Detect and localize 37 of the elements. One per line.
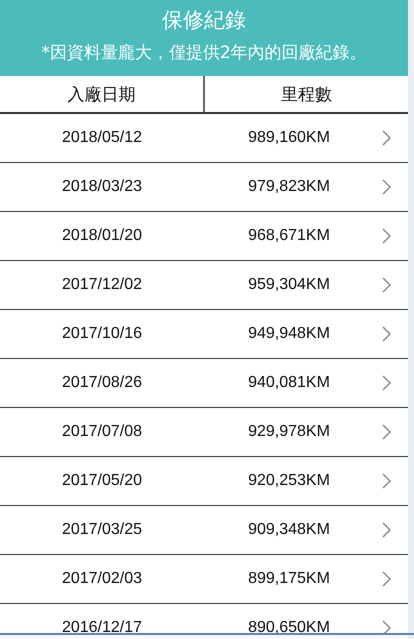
mileage-text: 920,253KM — [247, 472, 331, 490]
date-text: 2016/12/17 — [60, 619, 144, 637]
chevron-icon — [382, 277, 391, 293]
date-text: 2018/01/20 — [60, 227, 144, 245]
date-text: 2017/05/20 — [60, 472, 144, 490]
date-text: 2018/05/12 — [60, 129, 144, 147]
chevron-icon — [382, 130, 391, 146]
date-text: 2017/08/26 — [60, 374, 144, 392]
chevron-icon — [382, 326, 391, 342]
date-text: 2018/03/23 — [60, 178, 144, 196]
mileage-text: 989,160KM — [247, 129, 331, 147]
chevron-icon — [382, 375, 391, 391]
date-text: 2017/12/02 — [60, 276, 144, 294]
mileage-text: 909,348KM — [247, 521, 331, 539]
mileage-text: 959,304KM — [247, 276, 331, 294]
notice-text: *因資料量龐大，僅提供2年內的回廠紀錄。 — [40, 42, 368, 65]
mileage-text: 890,650KM — [247, 619, 331, 637]
column-header: 入廠日期 — [66, 84, 136, 106]
page-title: 保修紀錄 — [161, 7, 247, 34]
column-header: 里程數 — [280, 84, 333, 106]
date-text: 2017/07/08 — [60, 423, 144, 441]
mileage-text: 949,948KM — [247, 325, 331, 343]
mileage-text: 940,081KM — [247, 374, 331, 392]
chevron-icon — [382, 620, 391, 636]
date-text: 2017/03/25 — [60, 521, 144, 539]
date-text: 2017/10/16 — [60, 325, 144, 343]
chevron-icon — [382, 522, 391, 538]
mileage-text: 899,175KM — [247, 570, 331, 588]
mileage-text: 968,671KM — [247, 227, 331, 245]
chevron-icon — [382, 473, 391, 489]
chevron-icon — [382, 424, 391, 440]
mileage-text: 929,978KM — [247, 423, 331, 441]
date-text: 2017/02/03 — [60, 570, 144, 588]
mileage-text: 979,823KM — [247, 178, 331, 196]
chevron-icon — [382, 228, 391, 244]
chevron-icon — [382, 179, 391, 195]
chevron-icon — [382, 571, 391, 587]
